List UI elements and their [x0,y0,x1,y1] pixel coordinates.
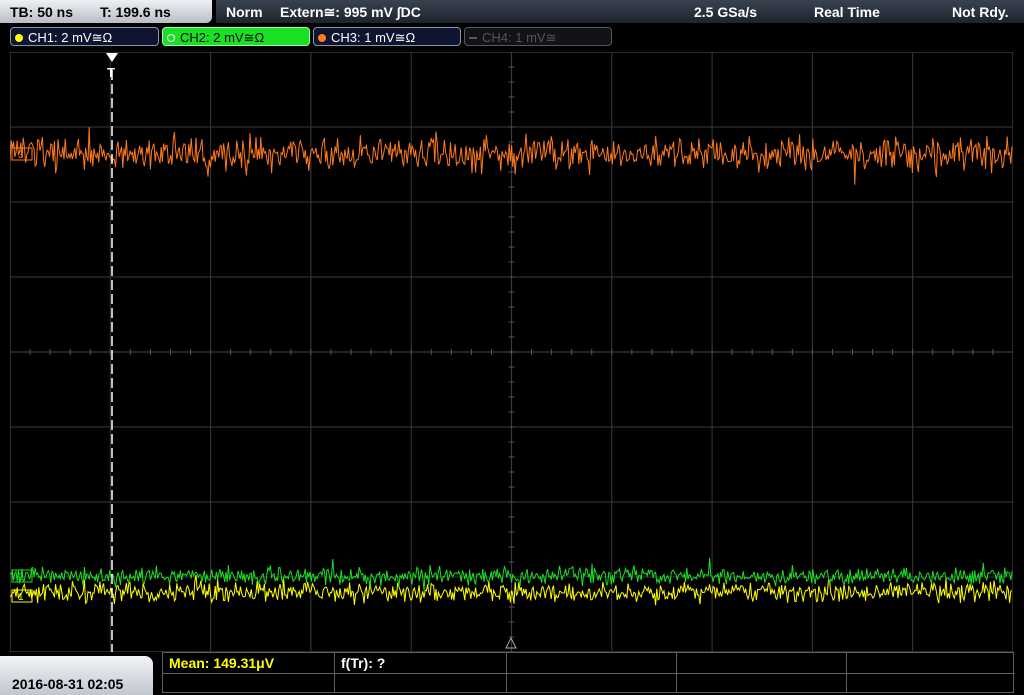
channel-3-dot-icon [318,34,326,42]
trigger-time-label: T: 199.6 ns [100,4,171,20]
measurement-panel[interactable]: Mean: 149.31μV f(Tr): ? [162,652,1015,693]
bottom-bar: 2016-08-31 02:05 Mean: 149.31μV f(Tr): ? [0,652,1024,695]
channel-4-button[interactable]: CH4: 1 mV≅ [464,27,612,46]
acquisition-mode-label: Real Time [814,4,880,20]
trigger-source-label: Extern≅: 995 mV ∫DC [280,4,421,20]
measurement-mean-label: Mean: 149.31μV [169,655,275,671]
channel-1-dot-icon [15,34,23,42]
measurement-rise-freq-label: f(Tr): ? [341,655,386,671]
channel-4-off-icon [469,37,477,39]
channel-2-marker-label: 2 [18,572,24,583]
measurement-cell-6[interactable] [163,673,335,693]
channel-1-button[interactable]: CH1: 2 mV≅Ω [10,27,159,46]
channel-bar: CH1: 2 mV≅Ω CH2: 2 mV≅Ω CH3: 1 mV≅Ω CH4:… [0,25,1024,50]
channel-3-marker-label: 3 [18,150,24,161]
measurement-cell-5[interactable] [847,653,1015,673]
measurement-cell-10[interactable] [847,673,1015,693]
measurement-cell-1[interactable]: Mean: 149.31μV [163,653,335,673]
channel-4-label: CH4: 1 mV≅ [482,30,557,45]
channel-2-dot-icon [167,34,175,42]
timebase-label: TB: 50 ns [10,4,74,20]
acquisition-status-panel[interactable]: Norm Extern≅: 995 mV ∫DC 2.5 GSa/s Real … [216,0,1024,23]
channel-1-marker-label: 1 [18,592,24,603]
trigger-marker-label: T [107,65,115,80]
channel-3-label: CH3: 1 mV≅Ω [331,30,416,45]
date-time-panel[interactable]: 2016-08-31 02:05 [0,656,153,695]
measurement-cell-7[interactable] [335,673,507,693]
channel-3-button[interactable]: CH3: 1 mV≅Ω [313,27,461,46]
measurement-cell-2[interactable]: f(Tr): ? [335,653,507,673]
date-time-label: 2016-08-31 02:05 [12,676,124,692]
trigger-mode-label: Norm [226,4,263,20]
channel-2-label: CH2: 2 mV≅Ω [180,30,265,45]
waveform-display[interactable]: T 3 2 1 [10,52,1013,652]
channel-1-label: CH1: 2 mV≅Ω [28,30,113,45]
channel-2-button[interactable]: CH2: 2 mV≅Ω [162,27,310,46]
acquisition-state-label: Not Rdy. [952,4,1009,20]
top-status-bar: TB: 50 ns T: 199.6 ns Norm Extern≅: 995 … [0,0,1024,25]
measurement-cell-3[interactable] [507,653,677,673]
sample-rate-label: 2.5 GSa/s [694,4,758,20]
measurement-cell-8[interactable] [507,673,677,693]
timebase-panel[interactable]: TB: 50 ns T: 199.6 ns [0,0,212,23]
measurement-cell-9[interactable] [677,673,847,693]
measurement-cell-4[interactable] [677,653,847,673]
